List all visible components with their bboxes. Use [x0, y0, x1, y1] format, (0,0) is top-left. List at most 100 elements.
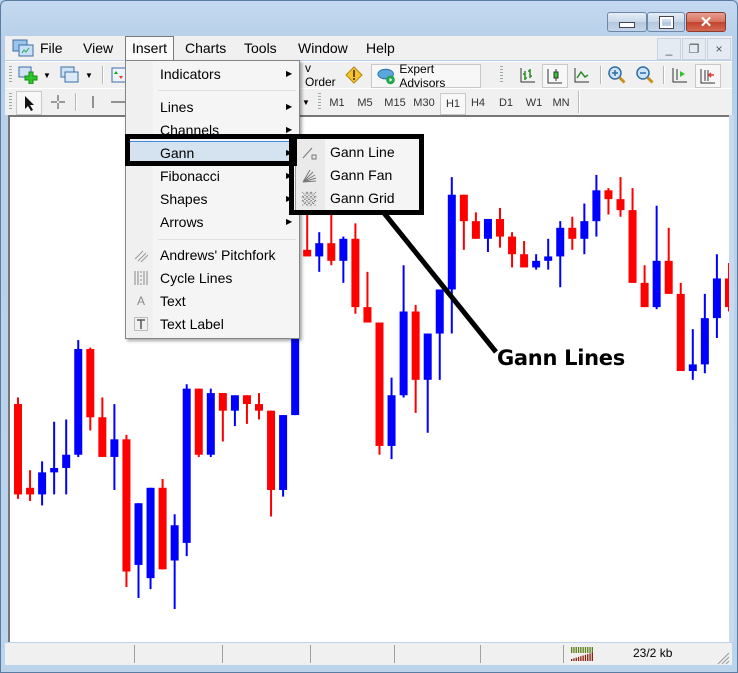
candle	[363, 271, 372, 323]
mdi-restore-button[interactable]: ❐	[682, 38, 706, 60]
menu-window[interactable]: Window	[292, 36, 354, 60]
menu-item-gann[interactable]: Gann ▶	[129, 141, 296, 164]
resize-grip-icon[interactable]	[716, 651, 730, 665]
alert-button[interactable]	[344, 64, 364, 86]
submenu-arrow-icon: ▶	[286, 69, 293, 78]
menu-item-channels[interactable]: Channels ▶	[129, 119, 296, 141]
bull-candle-body	[580, 221, 589, 239]
toolbar-grip[interactable]	[9, 93, 12, 111]
new-chart-button[interactable]	[17, 64, 39, 86]
signal-bar-down	[573, 658, 575, 661]
menu-item-lines[interactable]: Lines ▶	[129, 96, 296, 118]
connection-status-icon[interactable]	[571, 647, 595, 661]
timeframe-m30[interactable]: M30	[410, 93, 438, 113]
line-chart-button[interactable]	[571, 64, 593, 86]
new-order-button[interactable]: v Order	[305, 61, 341, 89]
candle	[62, 419, 71, 495]
candle	[242, 395, 251, 424]
menu-charts[interactable]: Charts	[179, 36, 232, 60]
cursor-button[interactable]	[16, 91, 42, 115]
bear-candle-body	[640, 282, 649, 308]
expert-advisors-button[interactable]: Expert Advisors	[371, 62, 481, 90]
restore-icon: ❐	[688, 42, 700, 56]
line-studies-dropdown[interactable]: ▼	[301, 91, 311, 113]
menu-insert[interactable]: Insert	[125, 36, 175, 61]
menu-item-indicators[interactable]: Indicators ▶	[129, 63, 296, 85]
mdi-minimize-button[interactable]: _	[657, 38, 681, 60]
autoscroll-button[interactable]	[695, 64, 721, 88]
title-bar[interactable]: ✕	[1, 1, 737, 35]
toolbar-grip[interactable]	[318, 93, 321, 111]
timeframe-mn[interactable]: MN	[549, 93, 573, 113]
toolbar-separator	[102, 66, 104, 84]
bull-candle-body	[315, 243, 324, 257]
candle	[712, 254, 721, 338]
standard-toolbar: ▼ ▼ v Order Expert Advisors	[5, 61, 732, 90]
bear-candle-body	[26, 487, 35, 495]
minimize-icon: _	[665, 42, 673, 56]
menu-tools[interactable]: Tools	[238, 36, 283, 60]
bull-candle-body	[279, 415, 288, 491]
menu-item-cycle-lines[interactable]: Cycle Lines	[129, 267, 296, 289]
bull-candle-body	[182, 388, 191, 543]
timeframe-h1[interactable]: H1	[440, 93, 466, 115]
timeframe-m5[interactable]: M5	[353, 93, 377, 113]
timeframe-m1[interactable]: M1	[325, 93, 349, 113]
profiles-button[interactable]	[59, 64, 81, 86]
menu-item-text-label[interactable]: Text Label	[129, 313, 296, 335]
menu-item-shapes[interactable]: Shapes ▶	[129, 188, 296, 210]
toolbar-grip[interactable]	[9, 66, 12, 84]
vertical-line-button[interactable]	[85, 91, 101, 113]
menu-item-gann-line[interactable]: Gann Line	[296, 141, 421, 164]
signal-bar-up	[587, 647, 589, 653]
crosshair-button[interactable]	[48, 91, 68, 113]
menu-help[interactable]: Help	[360, 36, 401, 60]
bear-candle-body	[616, 199, 625, 211]
timeframe-m15[interactable]: M15	[381, 93, 409, 113]
status-divider	[222, 645, 223, 663]
menu-item-label: Gann	[160, 145, 195, 161]
bar-chart-button[interactable]	[517, 64, 539, 86]
bear-candle-body	[496, 218, 504, 237]
menu-file[interactable]: File	[34, 36, 69, 60]
signal-bar-down	[577, 656, 580, 661]
candle	[267, 410, 276, 517]
bear-candle-body	[327, 243, 336, 261]
toolbar-grip[interactable]	[500, 66, 503, 84]
zoom-out-button[interactable]	[634, 64, 656, 86]
bull-candle-body	[110, 439, 119, 457]
mdi-close-button[interactable]: ×	[707, 38, 731, 60]
timeframe-w1[interactable]: W1	[522, 93, 546, 113]
menu-item-fibonacci[interactable]: Fibonacci ▶	[129, 165, 296, 187]
candle	[688, 329, 697, 380]
menu-item-andrews-pitchfork[interactable]: Andrews' Pitchfork	[129, 244, 296, 266]
chart-shift-button[interactable]	[669, 64, 691, 86]
timeframe-h4[interactable]: H4	[466, 93, 490, 113]
bear-candle-body	[363, 307, 372, 323]
bear-candle-body	[194, 388, 203, 455]
menu-item-label: Lines	[160, 99, 194, 115]
candle	[158, 478, 167, 570]
bull-candle-body	[700, 318, 709, 365]
menu-item-gann-fan[interactable]: Gann Fan	[296, 164, 421, 187]
horizontal-line-button[interactable]	[111, 91, 125, 113]
menu-item-label: Gann Line	[330, 144, 395, 160]
bull-candle-body	[447, 194, 456, 290]
window-close-button[interactable]: ✕	[686, 12, 726, 32]
zoom-in-button[interactable]	[606, 64, 628, 86]
candle	[110, 404, 119, 491]
window-maximize-button[interactable]	[647, 12, 685, 32]
candle	[339, 236, 348, 283]
candle	[399, 265, 408, 398]
window-minimize-button[interactable]	[607, 12, 647, 32]
candle	[664, 227, 673, 294]
menu-item-arrows[interactable]: Arrows ▶	[129, 211, 296, 233]
candlestick-chart-button[interactable]	[542, 64, 568, 88]
menu-view[interactable]: View	[77, 36, 119, 60]
pitchfork-icon	[134, 250, 149, 263]
menu-item-text[interactable]: A Text	[129, 290, 296, 312]
timeframe-d1[interactable]: D1	[494, 93, 518, 113]
menu-item-gann-grid[interactable]: Gann Grid	[296, 187, 421, 210]
profiles-dropdown[interactable]: ▼	[84, 64, 94, 86]
new-chart-dropdown[interactable]: ▼	[42, 64, 52, 86]
